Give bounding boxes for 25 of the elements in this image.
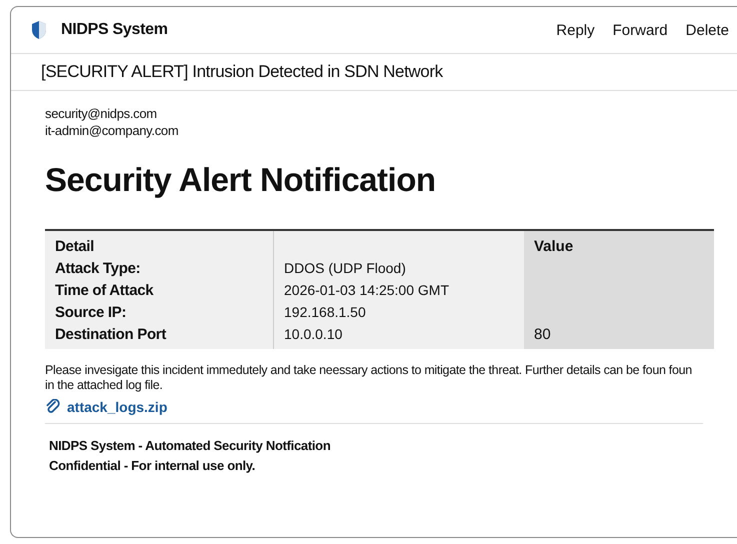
table-cell: Destination Port — [45, 323, 274, 349]
table-cell: 80 — [524, 323, 714, 349]
toolbar-action[interactable]: Delete — [668, 22, 737, 38]
toolbar-action[interactable]: Forward — [594, 22, 668, 38]
attachment-link[interactable]: attack_logs.zip — [67, 399, 168, 415]
paperclip-icon — [45, 399, 61, 415]
sender-address: security@nidps.com — [45, 105, 158, 122]
table-cell: 2026-01-03 14:25:00 GMT — [274, 279, 524, 301]
shield-icon — [31, 20, 47, 40]
table-cell: DDOS (UDP Flood) — [274, 257, 524, 279]
email-subject: [SECURITY ALERT] Intrusion Detected in SDN Network — [11, 54, 737, 91]
message-text: Please invesigate this incident immedutely and take neessary actions to mitigate the threat. Further details can be foun foun in the attached log file. — [45, 363, 693, 393]
footer-text: Confidential - For internal use only. — [49, 457, 256, 475]
table-header: Value — [524, 230, 714, 257]
recipient-address: it-admin@company.com — [45, 122, 180, 139]
table-cell: 192.168.1.50 — [274, 301, 524, 323]
table-cell: Source IP: — [45, 301, 274, 323]
app-title: NIDPS System — [61, 21, 169, 39]
table-cell: Time of Attack — [45, 279, 274, 301]
table-cell: 10.0.0.10 — [274, 323, 524, 349]
email-heading: Security Alert Notification — [45, 161, 437, 199]
toolbar-action[interactable]: Reply — [538, 22, 595, 38]
table-cell: Attack Type: — [45, 257, 274, 279]
footer-text: NIDPS System - Automated Security Notfication — [49, 437, 332, 455]
table-header: Detail — [45, 230, 274, 257]
